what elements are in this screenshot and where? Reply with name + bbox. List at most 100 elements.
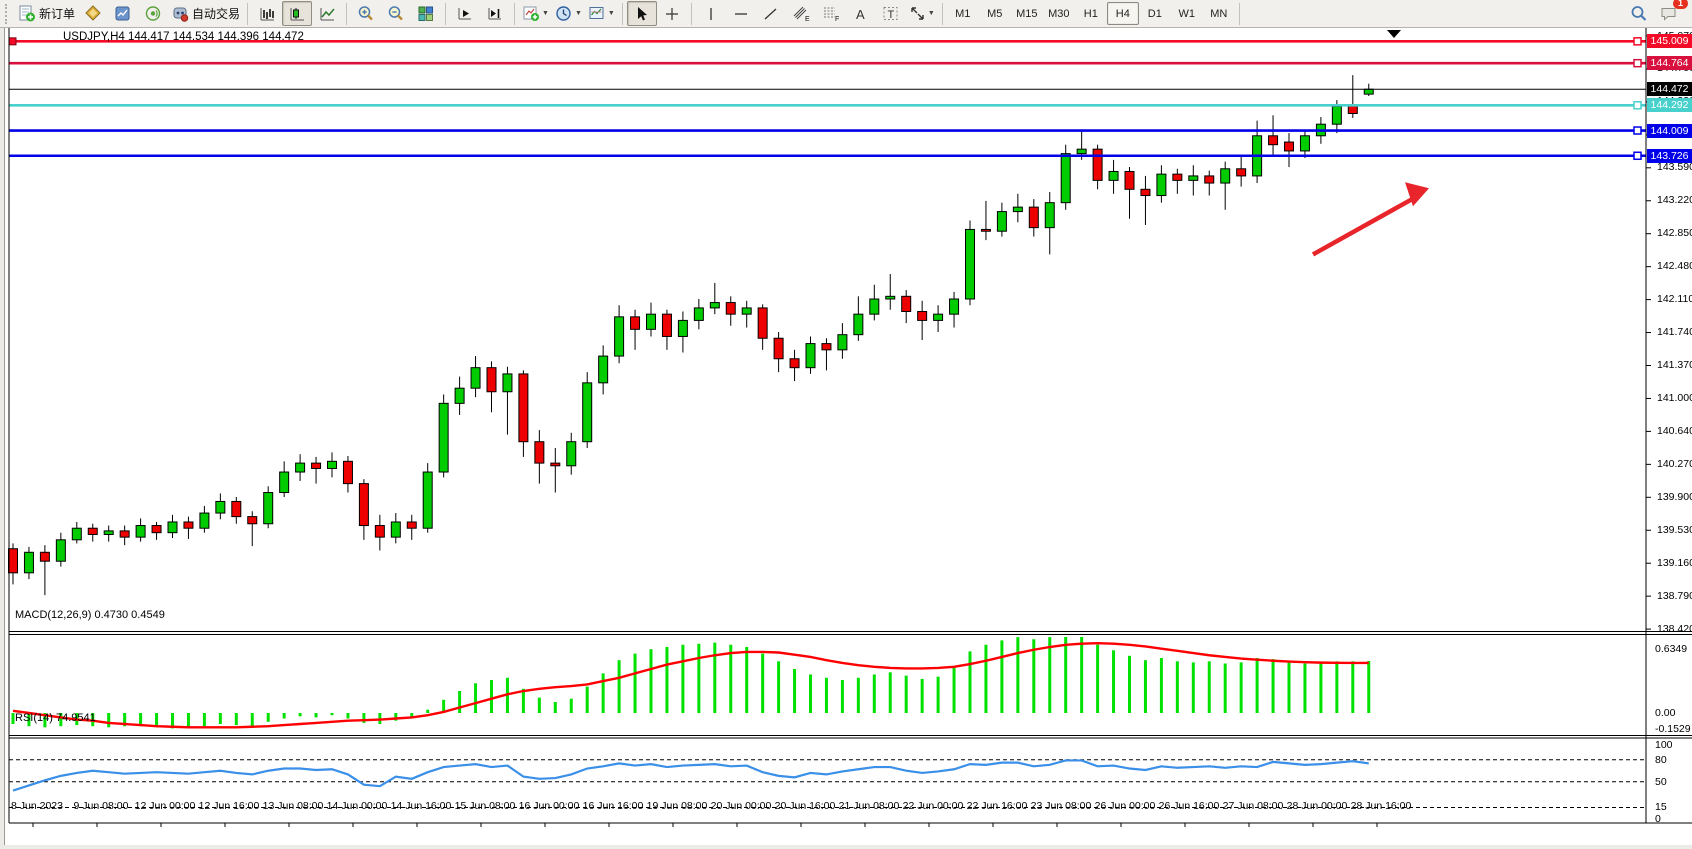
bar-chart-button[interactable] <box>252 1 282 26</box>
candle-body <box>1013 207 1022 211</box>
price-tick-label: 138.790 <box>1657 590 1692 602</box>
timeframe-button-m30[interactable]: M30 <box>1043 2 1075 25</box>
tile-windows-button[interactable] <box>411 1 441 26</box>
tile-windows-icon <box>417 5 435 22</box>
bar-chart-icon <box>259 6 276 22</box>
vertical-line-icon <box>704 6 718 22</box>
candle-body <box>535 442 544 463</box>
hline-anchor[interactable] <box>1634 127 1641 134</box>
candle-body <box>519 374 528 442</box>
indicators-button[interactable]: ▼ <box>519 1 552 26</box>
cursor-button[interactable] <box>627 1 657 26</box>
candle-body <box>1109 171 1118 180</box>
candle-body <box>216 501 225 513</box>
rsi-axis-tick: 0 <box>1655 813 1692 825</box>
search-icon <box>1630 5 1648 22</box>
price-chart-canvas[interactable] <box>5 28 1692 845</box>
periods-button[interactable]: ▼ <box>552 1 585 26</box>
timeframe-button-w1[interactable]: W1 <box>1171 2 1203 25</box>
timeframe-button-m15[interactable]: M15 <box>1011 2 1043 25</box>
candle-body <box>742 308 751 314</box>
timeframe-button-m1[interactable]: M1 <box>947 2 979 25</box>
rsi-axis-tick: 50 <box>1655 776 1692 788</box>
toolbar-separator <box>1239 3 1240 25</box>
hline-price-label: 144.764 <box>1647 56 1692 70</box>
trendline-button[interactable] <box>756 1 786 26</box>
hline-price-label: 143.726 <box>1647 149 1692 163</box>
new-order-button[interactable]: 新订单 <box>15 1 78 26</box>
rsi-indicator-label: RSI(14) 74.9541 <box>15 712 96 724</box>
timeframe-button-h4[interactable]: H4 <box>1107 2 1139 25</box>
notifications-button[interactable]: 1 <box>1654 1 1684 26</box>
chart-shift-button[interactable] <box>480 1 510 26</box>
price-tick-label: 138.420 <box>1657 623 1692 635</box>
news-button[interactable] <box>138 1 168 26</box>
toolbar-grip[interactable] <box>5 4 12 24</box>
crosshair-button[interactable] <box>657 1 687 26</box>
toolbar-separator <box>691 3 692 25</box>
timeframe-button-h1[interactable]: H1 <box>1075 2 1107 25</box>
candle-body <box>248 517 257 524</box>
equidistant-channel-button[interactable]: E <box>786 1 816 26</box>
candlestick-chart-button[interactable] <box>282 1 312 26</box>
arrows-icon <box>909 5 926 22</box>
candle-body <box>168 522 177 533</box>
candle-body <box>88 528 97 534</box>
zoom-in-button[interactable] <box>351 1 381 26</box>
hline-price-label: 144.009 <box>1647 124 1692 138</box>
candle-body <box>854 314 863 335</box>
candle-body <box>838 335 847 350</box>
candle-body <box>407 522 416 528</box>
market-watch-button[interactable] <box>78 1 108 26</box>
hline-anchor[interactable] <box>9 38 16 45</box>
svg-text:T: T <box>887 9 894 21</box>
timeframe-button-mn[interactable]: MN <box>1203 2 1235 25</box>
macd-indicator-label: MACD(12,26,9) 0.4730 0.4549 <box>15 609 165 621</box>
trend-arrow-line[interactable] <box>1313 194 1421 254</box>
candle-body <box>455 388 464 403</box>
candle-body <box>710 303 719 308</box>
toolbar-separator <box>445 3 446 25</box>
text-button[interactable]: A <box>846 1 876 26</box>
hline-anchor[interactable] <box>1634 60 1641 67</box>
toolbar-separator <box>247 3 248 25</box>
timeframe-button-d1[interactable]: D1 <box>1139 2 1171 25</box>
auto-scroll-icon <box>457 6 474 22</box>
candle-body <box>471 368 480 389</box>
zoom-out-button[interactable] <box>381 1 411 26</box>
hline-anchor[interactable] <box>1634 38 1641 45</box>
candle-body <box>1157 174 1166 195</box>
autotrading-button[interactable]: 自动交易 <box>168 1 243 26</box>
notification-badge: 1 <box>1673 0 1688 9</box>
new-order-icon <box>18 5 36 22</box>
fibonacci-button[interactable]: F <box>816 1 846 26</box>
line-chart-button[interactable] <box>312 1 342 26</box>
text-label-button[interactable]: T <box>876 1 906 26</box>
arrows-dropdown-arrow[interactable]: ▼ <box>928 10 935 17</box>
indicators-dropdown-arrow[interactable]: ▼ <box>542 10 549 17</box>
data-window-button[interactable] <box>108 1 138 26</box>
templates-dropdown-arrow[interactable]: ▼ <box>608 10 615 17</box>
candle-body <box>1237 169 1246 176</box>
timeframe-button-m5[interactable]: M5 <box>979 2 1011 25</box>
vertical-line-button[interactable] <box>696 1 726 26</box>
zoom-in-icon <box>357 5 375 22</box>
arrows-button[interactable]: ▼ <box>906 1 938 26</box>
candle-body <box>678 320 687 336</box>
candle-body <box>662 314 671 336</box>
candle-body <box>1269 136 1278 145</box>
price-tick-label: 142.480 <box>1657 260 1692 272</box>
hline-anchor[interactable] <box>1634 102 1641 109</box>
hline-anchor[interactable] <box>1634 152 1641 159</box>
candle-body <box>503 374 512 392</box>
candle-body <box>981 229 990 231</box>
rsi-axis-tick: 80 <box>1655 754 1692 766</box>
chart-window[interactable]: USDJPY,H4 144.417 144.534 144.396 144.47… <box>4 28 1692 845</box>
periods-dropdown-arrow[interactable]: ▼ <box>575 10 582 17</box>
candle-body <box>391 522 400 537</box>
svg-text:A: A <box>856 7 865 22</box>
search-button[interactable] <box>1624 1 1654 26</box>
templates-button[interactable]: ▼ <box>585 1 618 26</box>
horizontal-line-button[interactable] <box>726 1 756 26</box>
auto-scroll-button[interactable] <box>450 1 480 26</box>
